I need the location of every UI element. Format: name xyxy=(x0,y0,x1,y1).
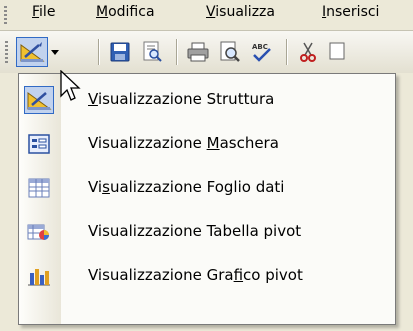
view-dropdown-menu: Visualizzazione Struttura Visualizzazion… xyxy=(18,73,396,325)
spelling-button[interactable]: ABC xyxy=(246,37,278,67)
svg-text:ABC: ABC xyxy=(252,43,268,51)
access-window: File Modifica Visualizza Inserisci ABC V… xyxy=(0,0,413,331)
toolbar-separator xyxy=(286,39,287,65)
menu-item-label: Visualizzazione Maschera xyxy=(88,134,279,152)
window-left-frame xyxy=(0,73,18,331)
save-icon xyxy=(110,42,130,62)
window-right-frame xyxy=(396,73,413,331)
pivotchart-view-icon-box xyxy=(24,262,54,290)
menubar-grip xyxy=(4,6,7,24)
menu-item-label: Visualizzazione Foglio dati xyxy=(88,178,285,196)
view-dropdown-arrow[interactable] xyxy=(49,37,61,67)
view-button[interactable] xyxy=(16,37,48,67)
toolbar-grip xyxy=(5,41,8,63)
mouse-pointer-icon xyxy=(60,70,81,101)
view-design-icon xyxy=(20,42,45,62)
toolbar-separator xyxy=(98,39,99,65)
search-database-icon xyxy=(143,41,162,62)
datasheet-view-icon-box xyxy=(24,174,54,202)
print-button[interactable] xyxy=(182,37,214,67)
menu-item-label: Visualizzazione Tabella pivot xyxy=(88,222,302,240)
form-view-icon xyxy=(28,134,50,154)
menu-inserisci[interactable]: Inserisci xyxy=(322,4,379,20)
menu-item-datasheet-view[interactable]: Visualizzazione Foglio dati xyxy=(19,166,395,210)
copy-icon xyxy=(329,42,345,60)
spelling-icon: ABC xyxy=(252,43,271,62)
pivottable-view-icon-box xyxy=(24,218,54,246)
form-view-icon-box xyxy=(24,130,54,158)
menu-item-label: Visualizzazione Struttura xyxy=(88,90,275,108)
save-button[interactable] xyxy=(104,37,136,67)
menu-modifica[interactable]: Modifica xyxy=(96,4,155,20)
toolbar-separator xyxy=(176,39,177,65)
design-view-icon xyxy=(27,92,52,110)
print-preview-button[interactable] xyxy=(214,37,246,67)
menu-item-pivottable-view[interactable]: Visualizzazione Tabella pivot xyxy=(19,210,395,254)
cut-icon xyxy=(300,42,316,62)
menu-bar: File Modifica Visualizza Inserisci xyxy=(0,0,413,31)
search-database-button[interactable] xyxy=(136,37,168,67)
design-view-icon-box xyxy=(24,86,54,114)
datasheet-view-icon xyxy=(28,178,50,198)
copy-button[interactable] xyxy=(326,37,346,67)
menu-item-label: Visualizzazione Grafico pivot xyxy=(88,266,303,284)
chevron-down-icon xyxy=(51,49,59,55)
menu-file[interactable]: File xyxy=(32,4,55,20)
menu-visualizza[interactable]: Visualizza xyxy=(206,4,275,20)
menu-item-form-view[interactable]: Visualizzazione Maschera xyxy=(19,122,395,166)
pivotchart-view-icon xyxy=(28,269,50,286)
print-icon xyxy=(187,42,209,62)
cut-button[interactable] xyxy=(292,37,324,67)
print-preview-icon xyxy=(220,41,240,62)
toolbar: ABC xyxy=(0,31,413,74)
menu-item-pivotchart-view[interactable]: Visualizzazione Grafico pivot xyxy=(19,254,395,298)
pivottable-view-icon xyxy=(27,224,49,240)
window-bottom-frame xyxy=(0,325,413,331)
